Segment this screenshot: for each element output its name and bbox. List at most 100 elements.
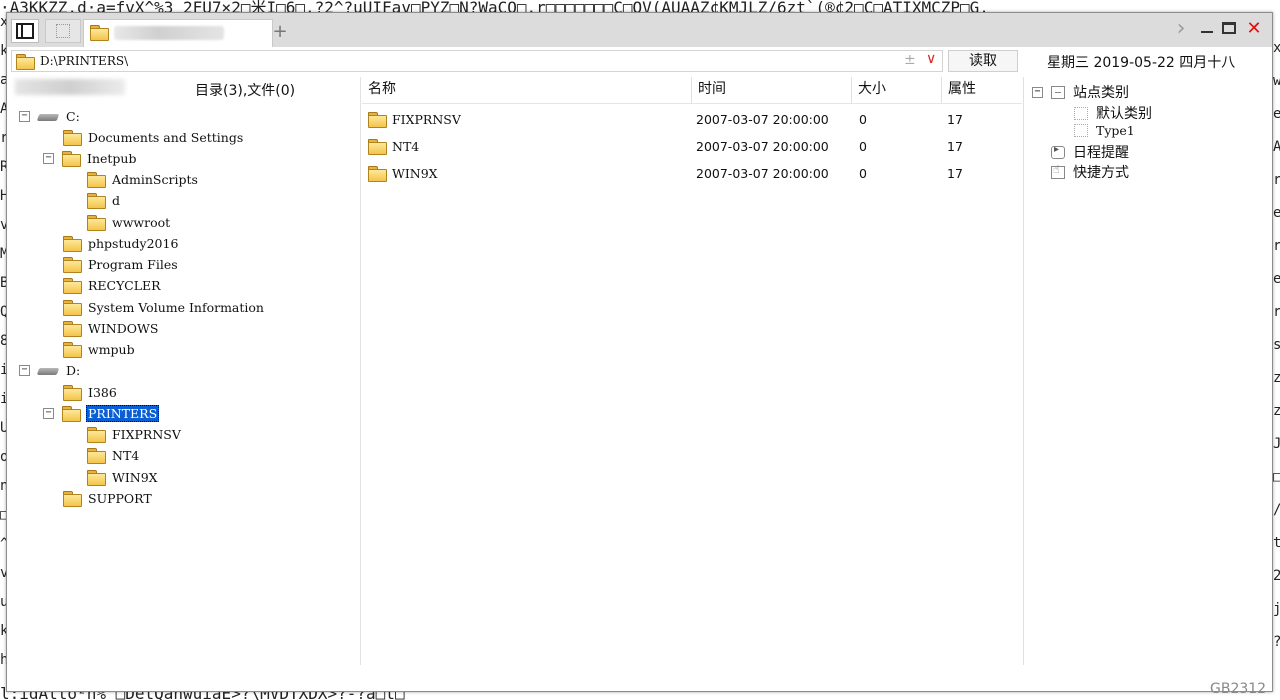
tree-item-nt4[interactable]: NT4	[87, 445, 140, 466]
file-attr: 17	[947, 139, 963, 154]
tree-item-label: RECYCLER	[88, 278, 161, 293]
file-name: WIN9X	[392, 166, 438, 181]
file-time: 2007-03-07 20:00:00	[696, 139, 829, 154]
encoding-status[interactable]: GB2312	[1210, 681, 1266, 697]
drive-icon	[38, 366, 60, 376]
schedule-label: 日程提醒	[1073, 145, 1129, 161]
plus-minus-icon[interactable]: ±	[904, 52, 916, 68]
tree-item-label: NT4	[112, 448, 140, 463]
column-header-attr[interactable]: 属性	[942, 77, 1022, 103]
close-button[interactable]: ✕	[1243, 17, 1265, 43]
background-char: r	[1273, 172, 1280, 188]
tree-item-support[interactable]: SUPPORT	[63, 488, 153, 509]
tree-item-c-drive[interactable]: − C:	[19, 106, 81, 127]
next-arrow-button[interactable]: ›	[1171, 17, 1191, 43]
address-path[interactable]: D:\PRINTERS\	[40, 54, 128, 68]
sidebar-toggle-button[interactable]	[11, 19, 39, 43]
minimize-button[interactable]	[1197, 17, 1217, 43]
tree-item-site-category[interactable]: − 站点类别	[1032, 82, 1129, 102]
date-display: 星期三 2019-05-22 四月十八	[1047, 55, 1236, 71]
tree-item-inetpub[interactable]: − Inetpub	[43, 148, 137, 169]
tree-item-label: System Volume Information	[88, 300, 264, 315]
address-bar[interactable]: D:\PRINTERS\ ± ∨	[11, 50, 943, 72]
tree-item-recycler[interactable]: RECYCLER	[63, 275, 162, 296]
tree-item-documents-and-settings[interactable]: Documents and Settings	[63, 127, 244, 148]
file-attr: 17	[947, 112, 963, 127]
folder-icon	[63, 278, 82, 294]
folder-icon	[368, 166, 387, 182]
tab-blank[interactable]	[45, 19, 81, 43]
dotted-box-icon	[1074, 124, 1088, 137]
tree-item-label: Inetpub	[87, 151, 137, 166]
file-row[interactable]: NT4 2007-03-07 20:00:00 0 17	[362, 134, 1022, 160]
tree-item-label: wwwroot	[112, 215, 171, 230]
file-name: NT4	[392, 139, 420, 154]
background-char: J	[1273, 436, 1280, 452]
collapse-icon[interactable]: −	[19, 111, 30, 122]
blank-page-icon	[56, 24, 70, 38]
collapse-icon[interactable]: −	[43, 153, 54, 164]
tree-item-wwwroot[interactable]: wwwroot	[87, 212, 171, 233]
tree-item-printers[interactable]: − PRINTERS	[43, 403, 160, 424]
tree-item-label: WIN9X	[112, 470, 158, 485]
tree-item-label: d	[112, 193, 121, 208]
add-tab-button[interactable]: +	[269, 21, 291, 43]
tree-item-windows[interactable]: WINDOWS	[63, 318, 159, 339]
file-attr: 17	[947, 166, 963, 181]
tree-item-d-drive[interactable]: − D:	[19, 360, 81, 381]
shortcut-icon	[1051, 163, 1065, 179]
background-char: r	[1273, 238, 1280, 254]
chevron-down-icon[interactable]: ∨	[926, 51, 936, 67]
folder-icon	[87, 448, 106, 464]
tab-current[interactable]	[83, 19, 273, 47]
folder-icon	[62, 151, 81, 167]
default-category-label: 默认类别	[1096, 106, 1152, 122]
folder-icon	[87, 427, 106, 443]
background-char: z	[1273, 403, 1280, 419]
tree-item-fixprnsv[interactable]: FIXPRNSV	[87, 424, 182, 445]
folder-icon	[90, 25, 109, 41]
folder-icon	[63, 257, 82, 273]
tree-item-label: AdminScripts	[112, 172, 198, 187]
tree-item-type1[interactable]: Type1	[1074, 123, 1135, 138]
read-button[interactable]: 读取	[948, 50, 1018, 72]
file-list-panel: 名称 时间 大小 属性 FIXPRNSV 2007-03-07 20:00:00…	[362, 77, 1022, 665]
tree-item-program-files[interactable]: Program Files	[63, 254, 179, 275]
tab-bar: + › ✕	[7, 13, 1272, 47]
folder-icon	[368, 139, 387, 155]
tree-item-phpstudy2016[interactable]: phpstudy2016	[63, 233, 179, 254]
column-header-name[interactable]: 名称	[362, 77, 692, 103]
file-row[interactable]: FIXPRNSV 2007-03-07 20:00:00 0 17	[362, 107, 1022, 133]
folder-icon	[63, 385, 82, 401]
maximize-button[interactable]	[1219, 17, 1239, 43]
tree-item-default-category[interactable]: 默认类别	[1074, 103, 1152, 123]
tree-item-label: SUPPORT	[88, 491, 152, 506]
file-manager-window: + › ✕ D:\PRINTERS\ ± ∨ 读取 星期三 2019-05-22…	[6, 12, 1273, 697]
category-icon	[1051, 85, 1065, 99]
tree-item-wmpub[interactable]: wmpub	[63, 339, 136, 360]
folder-icon	[63, 342, 82, 358]
shortcut-label: 快捷方式	[1073, 165, 1129, 181]
folder-icon	[368, 112, 387, 128]
file-row[interactable]: WIN9X 2007-03-07 20:00:00 0 17	[362, 161, 1022, 187]
tree-item-d[interactable]: d	[87, 190, 121, 211]
collapse-icon[interactable]: −	[43, 408, 54, 419]
folder-icon	[63, 321, 82, 337]
schedule-icon	[1051, 144, 1065, 159]
column-header-time[interactable]: 时间	[692, 77, 852, 103]
tree-item-adminscripts[interactable]: AdminScripts	[87, 169, 199, 190]
collapse-icon[interactable]: −	[1032, 86, 1043, 98]
tree-item-system-volume-information[interactable]: System Volume Information	[63, 297, 265, 318]
tree-item-i386[interactable]: I386	[63, 382, 118, 403]
drive-icon	[38, 112, 60, 122]
column-header-size[interactable]: 大小	[852, 77, 942, 103]
tree-item-win9x[interactable]: WIN9X	[87, 467, 159, 488]
background-char: /	[1273, 502, 1280, 518]
collapse-icon[interactable]: −	[19, 365, 30, 376]
tree-item-schedule[interactable]: 日程提醒	[1051, 142, 1129, 162]
tree-header: 目录(3),文件(0)	[11, 77, 361, 103]
background-char: □	[1273, 469, 1280, 485]
folder-open-icon	[62, 406, 81, 422]
file-size: 0	[859, 166, 867, 181]
tree-item-shortcut[interactable]: 快捷方式	[1051, 162, 1129, 182]
